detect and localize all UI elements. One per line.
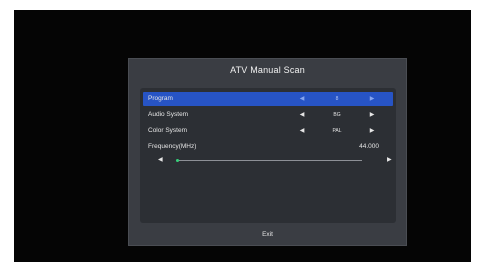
frequency-row: Frequency(MHz) 44.000 xyxy=(143,140,393,154)
color-system-label: Color System xyxy=(148,127,188,134)
program-row[interactable]: Program ◀ 8 ▶ xyxy=(143,92,393,106)
color-system-row[interactable]: Color System ◀ PAL ▶ xyxy=(143,124,393,138)
audio-system-left-arrow-icon[interactable]: ◀ xyxy=(299,111,305,119)
settings-panel: Program ◀ 8 ▶ Audio System ◀ BG ▶ Color … xyxy=(140,88,396,223)
audio-system-right-arrow-icon[interactable]: ▶ xyxy=(369,111,375,119)
color-system-left-arrow-icon[interactable]: ◀ xyxy=(299,127,305,135)
color-system-right-arrow-icon[interactable]: ▶ xyxy=(369,127,375,135)
dialog-title: ATV Manual Scan xyxy=(230,65,305,75)
program-value: 8 xyxy=(335,96,339,102)
slider-track[interactable] xyxy=(176,159,362,162)
frequency-label: Frequency(MHz) xyxy=(148,143,197,150)
frequency-value: 44.000 xyxy=(359,143,379,150)
tv-screen: ATV Manual Scan Program ◀ 8 ▶ Audio Syst… xyxy=(14,10,471,262)
audio-system-value: BG xyxy=(333,112,341,118)
atv-manual-scan-dialog: ATV Manual Scan Program ◀ 8 ▶ Audio Syst… xyxy=(128,58,407,246)
audio-system-label: Audio System xyxy=(148,111,189,118)
program-label: Program xyxy=(148,95,173,102)
exit-button[interactable]: Exit xyxy=(129,231,406,238)
slider-thumb[interactable] xyxy=(176,159,179,162)
slider-right-arrow-icon[interactable]: ▶ xyxy=(387,156,392,164)
program-right-arrow-icon[interactable]: ▶ xyxy=(369,95,375,103)
color-system-value: PAL xyxy=(332,128,342,134)
program-left-arrow-icon[interactable]: ◀ xyxy=(299,95,305,103)
audio-system-row[interactable]: Audio System ◀ BG ▶ xyxy=(143,108,393,122)
frequency-slider[interactable]: ◀ ▶ xyxy=(143,154,393,166)
slider-left-arrow-icon[interactable]: ◀ xyxy=(158,156,163,164)
